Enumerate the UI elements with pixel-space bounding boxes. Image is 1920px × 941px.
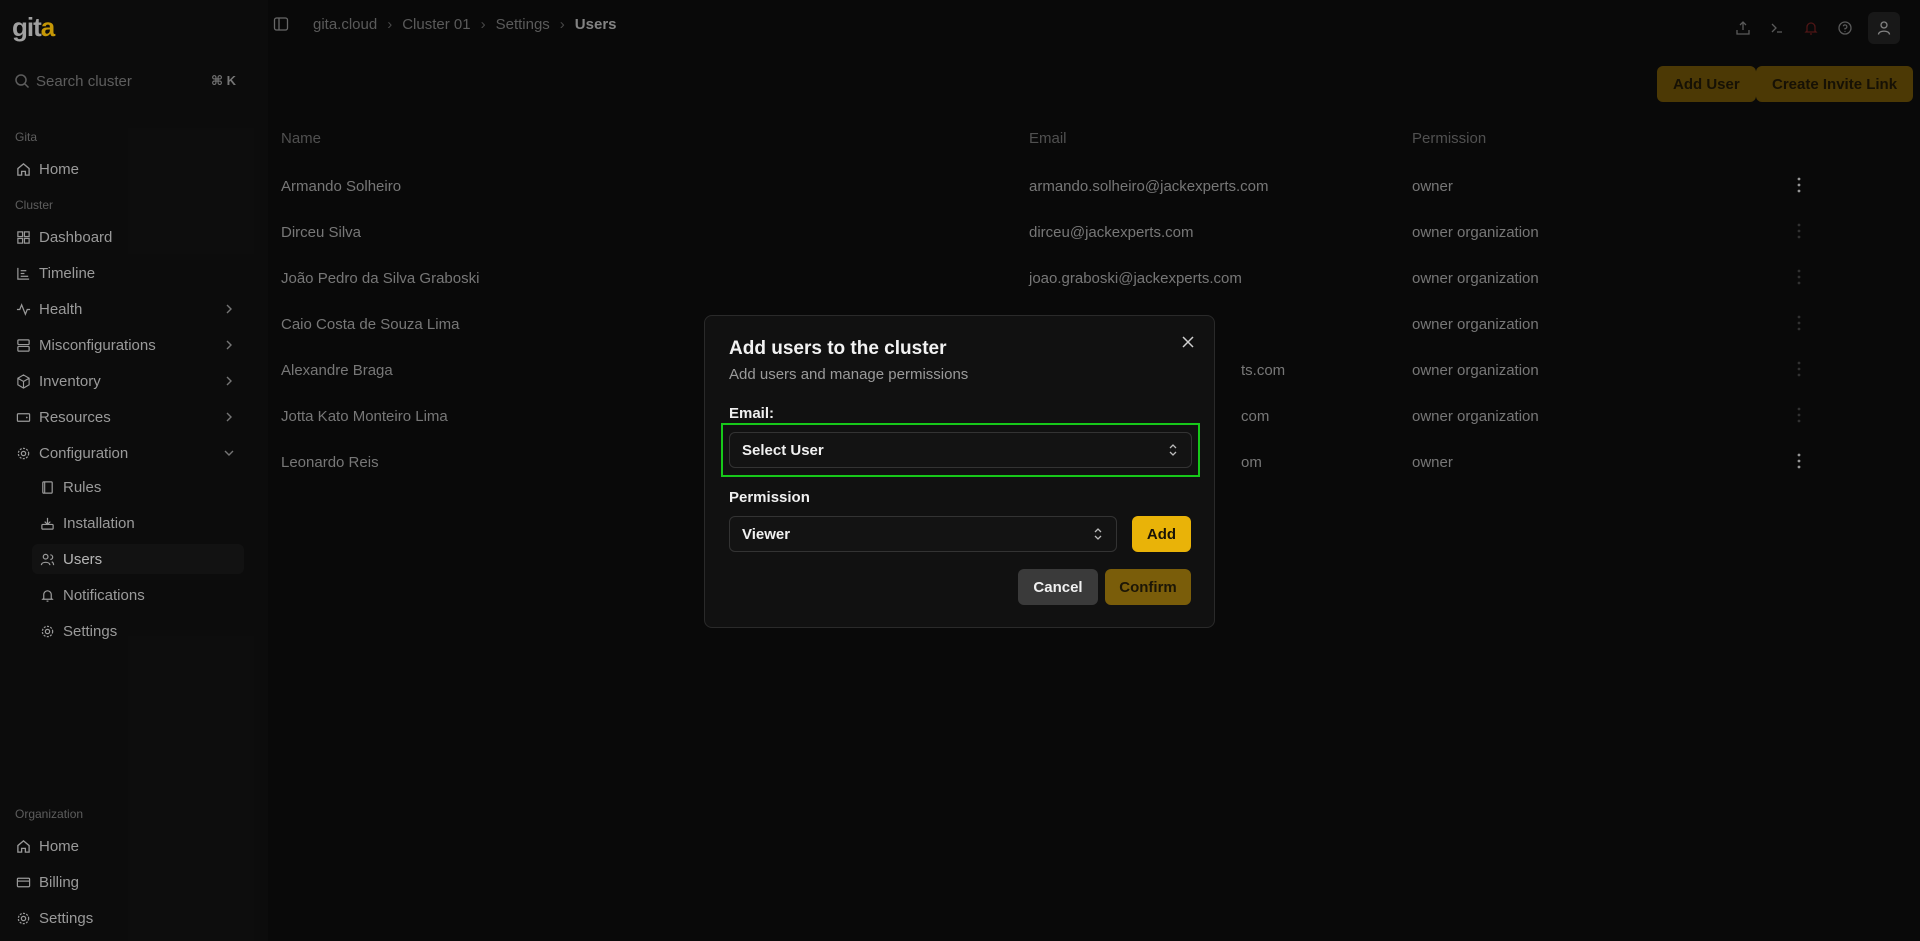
chevrons-up-down-icon	[1094, 528, 1102, 540]
select-user-value: Select User	[742, 441, 824, 459]
cancel-button[interactable]: Cancel	[1018, 569, 1098, 605]
permission-label: Permission	[729, 489, 810, 506]
email-label: Email:	[729, 405, 775, 422]
close-icon[interactable]	[1180, 334, 1196, 350]
permission-dropdown[interactable]: Viewer	[729, 516, 1117, 552]
chevrons-up-down-icon	[1169, 444, 1177, 456]
dialog-subtitle: Add users and manage permissions	[729, 366, 969, 383]
permission-value: Viewer	[742, 525, 791, 543]
add-users-dialog: Add users to the cluster Add users and m…	[704, 315, 1215, 628]
add-button[interactable]: Add	[1132, 516, 1191, 552]
confirm-button[interactable]: Confirm	[1105, 569, 1191, 605]
app: gita Search cluster ⌘ K Gita Home Cluste…	[0, 0, 1920, 941]
dialog-title: Add users to the cluster	[729, 338, 947, 359]
select-user-dropdown[interactable]: Select User	[729, 432, 1192, 468]
